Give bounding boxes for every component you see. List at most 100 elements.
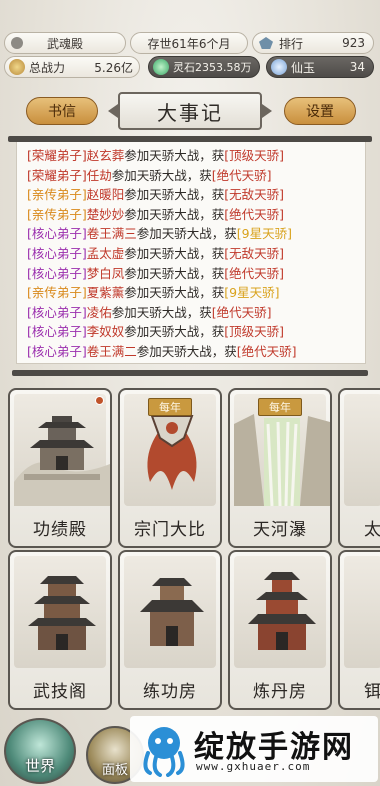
log-line: [核心弟子]李奴奴参加天骄大战，获[顶级天骄] (27, 322, 359, 342)
log-line: [核心弟子]卷王满二参加天骄大战，获[绝代天骄] (27, 342, 359, 362)
partial-art (344, 394, 380, 506)
jade-icon (271, 59, 287, 75)
building-grid: 功绩殿 每年 宗门大比 每年 天河瀑 太 (0, 380, 380, 710)
log-rank: [核心弟子] (27, 343, 87, 359)
building-card-alchemy-room[interactable]: 炼丹房 (228, 550, 332, 710)
building-label: 宗门大比 (134, 520, 206, 540)
tower-icon (28, 576, 96, 650)
sect-name: 武魂殿 (46, 36, 83, 51)
building-label: 练功房 (143, 682, 197, 702)
merit-hall-art (14, 394, 110, 506)
world-label: 世界 (24, 757, 55, 775)
log-rank: [亲传弟子] (27, 206, 87, 222)
building-card-waterfall[interactable]: 每年 天河瀑 (228, 388, 332, 548)
world-button[interactable]: 世界 (4, 718, 76, 784)
power-pill: 总战力 5.26亿 (4, 56, 140, 78)
pavilion-icon (14, 416, 110, 506)
spirit-stone-pill[interactable]: 灵石2353.58万 (148, 56, 260, 78)
log-name: 梦白凤 (86, 265, 125, 281)
jade-value: 34 (349, 60, 365, 74)
log-name: 楚妙妙 (86, 206, 125, 222)
page-title-text: 大事记 (157, 100, 223, 125)
log-award: [顶级天骄] (224, 324, 285, 340)
menu-icon (11, 37, 23, 49)
log-text: 参加天骄大战，获 (111, 167, 212, 183)
event-log[interactable]: [荣耀弟子]赵玄葬参加天骄大战，获[顶级天骄] [荣耀弟子]任劫参加天骄大战，获[… (16, 142, 366, 364)
log-line: [亲传弟子]夏紫薰参加天骄大战，获[9星天骄] (27, 283, 359, 303)
building-label: 铒 (340, 677, 380, 702)
log-line: [核心弟子]孟太虚参加天骄大战，获[无敌天骄] (27, 244, 359, 264)
log-line: [核心弟子]凌佑参加天骄大战，获[绝代天骄] (27, 303, 359, 323)
log-name: 凌佑 (86, 304, 112, 320)
log-award: [无敌天骄] (224, 245, 285, 261)
panel-label: 面板 (101, 763, 128, 778)
log-rank: [核心弟子] (27, 245, 87, 261)
log-line: [核心弟子]卷王满三参加天骄大战，获[9星天骄] (27, 224, 359, 244)
building-label: 天河瀑 (253, 520, 307, 540)
alchemy-room-art (234, 556, 326, 668)
jade-label: 仙玉 (291, 60, 316, 75)
log-line: [荣耀弟子]任劫参加天骄大战，获[绝代天骄] (27, 166, 359, 186)
log-award: [绝代天骄] (224, 206, 285, 222)
building-card-martial-pavilion[interactable]: 武技阁 (8, 550, 112, 710)
building-card-training-room[interactable]: 练功房 (118, 550, 222, 710)
log-rank: [荣耀弟子] (27, 167, 87, 183)
building-card-merit-hall[interactable]: 功绩殿 (8, 388, 112, 548)
log-name: 赵暖阳 (86, 187, 125, 203)
partial-art-2 (344, 556, 380, 668)
log-rank: [亲传弟子] (27, 285, 87, 301)
log-rank: [荣耀弟子] (27, 148, 87, 163)
era-pill: 存世61年6个月 (130, 32, 248, 54)
alchemy-tower-icon (248, 572, 316, 650)
building-card-sect-contest[interactable]: 每年 宗门大比 (118, 388, 222, 548)
log-rank: [核心弟子] (27, 324, 87, 340)
rank-value: 923 (342, 36, 365, 50)
power-value: 5.26亿 (94, 60, 133, 75)
log-award: [绝代天骄] (211, 167, 272, 183)
sect-name-pill[interactable]: 武魂殿 (4, 32, 126, 54)
settings-label: 设置 (306, 104, 334, 120)
log-line: [核心弟子]梦白凤参加天骄大战，获[绝代天骄] (27, 264, 359, 284)
letters-button[interactable]: 书信 (26, 97, 98, 125)
watermark-url: www.gxhuaer.com (196, 760, 311, 773)
building-label: 炼丹房 (253, 682, 307, 702)
log-award: [绝代天骄] (224, 265, 285, 281)
temple-icon (140, 578, 204, 646)
rank-pill[interactable]: 排行 923 (252, 32, 374, 54)
notification-dot (95, 396, 104, 405)
log-name: 孟太虚 (86, 245, 125, 261)
log-line: [荣耀弟子]赵玄葬参加天骄大战，获[顶级天骄] (27, 146, 359, 166)
jade-pill[interactable]: 仙玉 34 (266, 56, 374, 78)
octopus-logo-icon (143, 727, 185, 777)
log-text: 参加天骄大战，获 (124, 324, 225, 340)
bottom-divider (12, 370, 368, 376)
letters-label: 书信 (48, 104, 76, 120)
log-text: 参加天骄大战，获 (124, 206, 225, 222)
log-award: [绝代天骄] (236, 343, 297, 359)
power-label: 总战力 (29, 60, 66, 75)
log-award: [9星天骄] (224, 285, 280, 301)
log-text: 参加天骄大战，获 (124, 265, 225, 281)
building-card-partial-2[interactable]: 铒 (338, 550, 380, 710)
status-bar: 武魂殿 存世61年6个月 排行 923 总战力 5.26亿 灵石2353.58万… (0, 0, 380, 82)
era-text: 存世61年6个月 (147, 36, 231, 51)
log-name: 卷王满二 (86, 343, 137, 359)
building-card-partial[interactable]: 太 (338, 388, 380, 548)
log-rank: [核心弟子] (27, 265, 87, 281)
yearly-badge: 每年 (148, 398, 192, 416)
log-text: 参加天骄大战，获 (124, 148, 225, 163)
log-award: [无敌天骄] (224, 187, 285, 203)
header: 书信 大事记 设置 (0, 88, 380, 136)
log-rank: [核心弟子] (27, 226, 87, 242)
watermark: 绽放手游网 www.gxhuaer.com (130, 716, 378, 782)
martial-pavilion-art (14, 556, 106, 668)
log-text: 参加天骄大战，获 (124, 245, 225, 261)
log-text: 参加天骄大战，获 (136, 343, 237, 359)
building-label: 功绩殿 (33, 520, 87, 540)
log-name: 李奴奴 (86, 324, 125, 340)
log-rank: [亲传弟子] (27, 187, 87, 203)
training-room-art (124, 556, 216, 668)
settings-button[interactable]: 设置 (284, 97, 356, 125)
log-name: 卷王满三 (86, 226, 137, 242)
log-award: [绝代天骄] (211, 304, 272, 320)
